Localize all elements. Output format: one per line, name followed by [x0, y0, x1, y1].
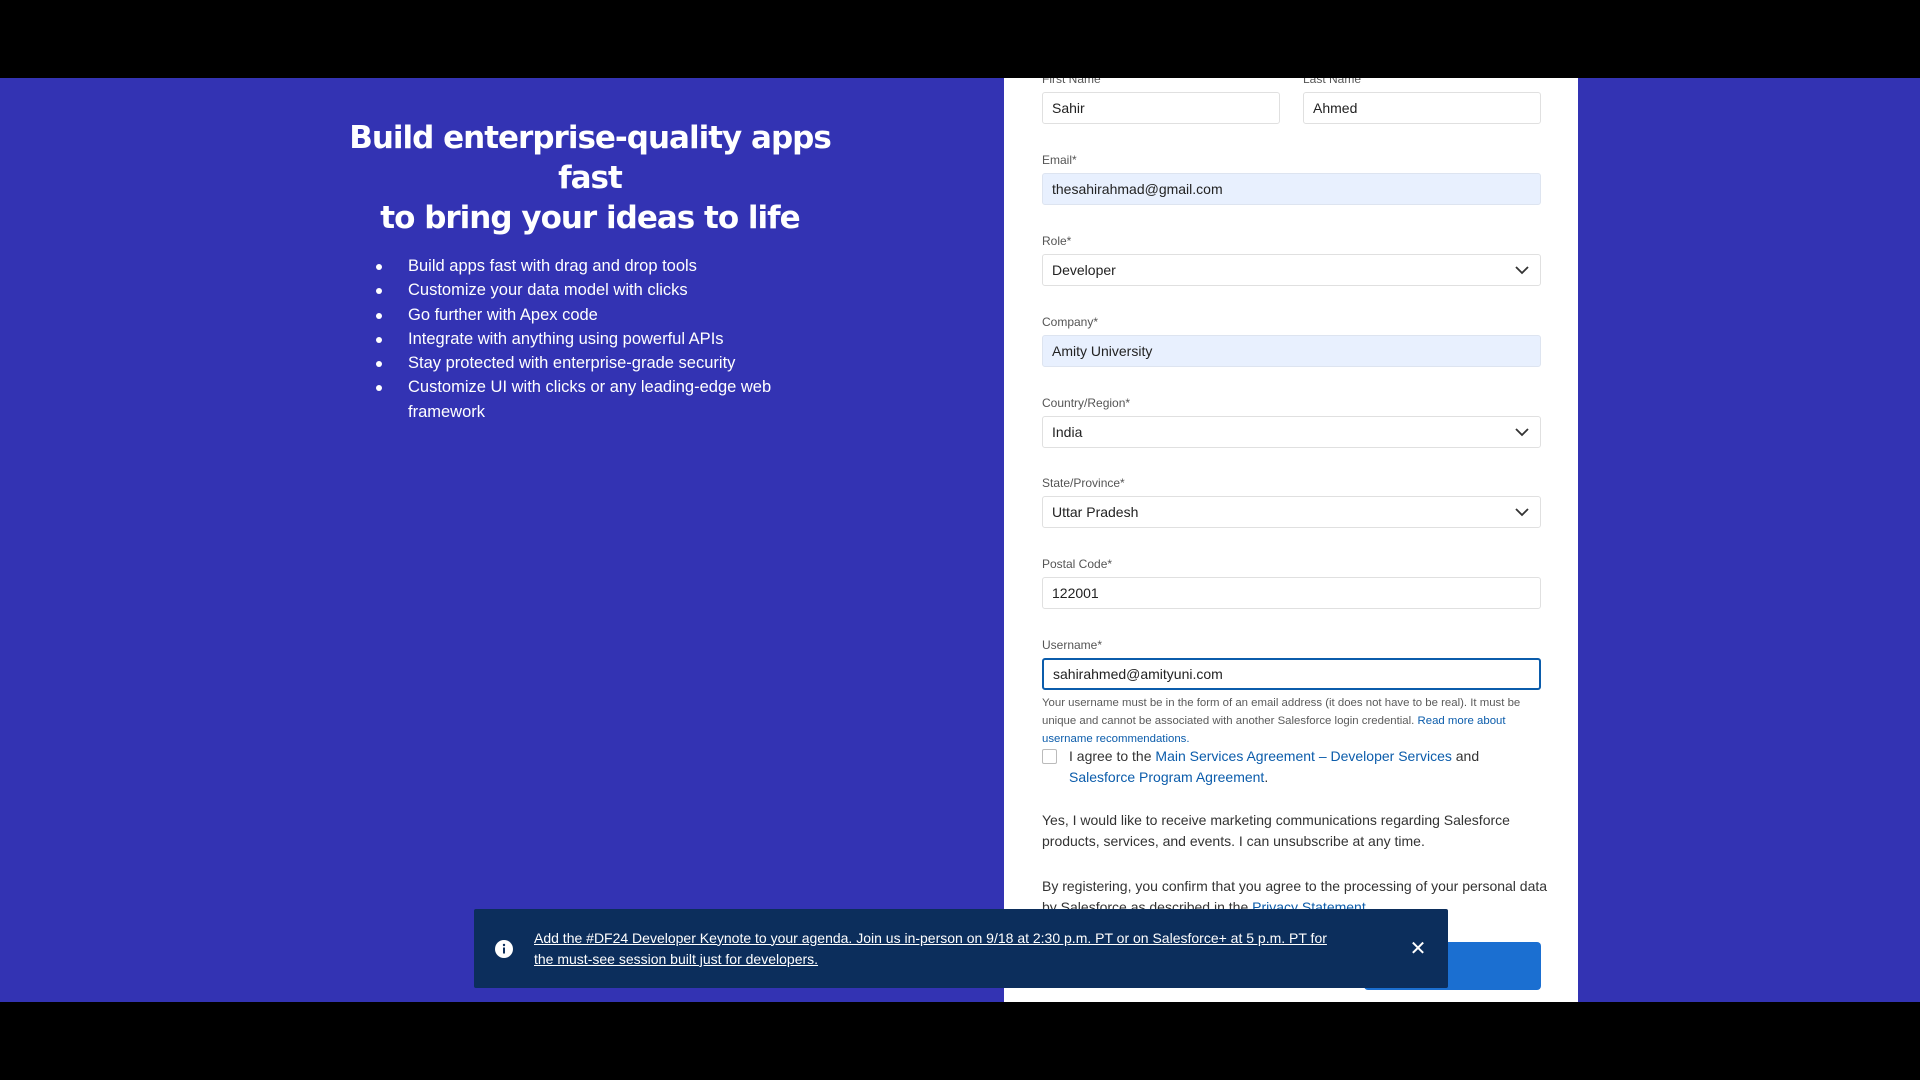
role-select[interactable]: Developer: [1042, 254, 1541, 286]
state-value: Uttar Pradesh: [1052, 504, 1139, 520]
agreement-row: I agree to the Main Services Agreement –…: [1042, 746, 1548, 788]
postal-label: Postal Code*: [1042, 557, 1113, 571]
agree-and: and: [1455, 748, 1480, 764]
signup-page: Build enterprise-quality apps fast to br…: [0, 78, 1920, 1002]
country-label: Country/Region*: [1042, 396, 1131, 410]
chevron-down-icon: [1513, 423, 1531, 441]
agreement-text: I agree to the Main Services Agreement –…: [1069, 746, 1479, 788]
signup-form: First Name Sahir Last Name Ahmed Email* …: [1004, 78, 1578, 1002]
state-select[interactable]: Uttar Pradesh: [1042, 496, 1541, 528]
username-input[interactable]: sahirahmed@amityuni.com: [1042, 658, 1541, 690]
feature-item: Integrate with anything using powerful A…: [376, 327, 836, 351]
last-name-label: Last Name: [1303, 78, 1362, 86]
marketing-text: Yes, I would like to receive marketing c…: [1042, 812, 1510, 849]
company-input[interactable]: Amity University: [1042, 335, 1541, 367]
email-value: thesahirahmad@gmail.com: [1052, 181, 1223, 197]
feature-item: Customize your data model with clicks: [376, 278, 836, 302]
feature-list: Build apps fast with drag and drop tools…: [320, 254, 860, 424]
chevron-down-icon: [1513, 503, 1531, 521]
program-agreement-link[interactable]: Salesforce Program Agreement: [1069, 769, 1264, 785]
msa-link[interactable]: Main Services Agreement – Developer Serv…: [1155, 748, 1451, 764]
hero-title-line1: Build enterprise-quality apps fast: [349, 120, 832, 196]
feature-item: Build apps fast with drag and drop tools: [376, 254, 836, 278]
feature-item: Stay protected with enterprise-grade sec…: [376, 351, 836, 375]
top-letterbox: [0, 0, 1920, 78]
close-icon[interactable]: ✕: [1408, 939, 1428, 959]
postal-code-input[interactable]: 122001: [1042, 577, 1541, 609]
hero-title-line2: to bring your ideas to life: [380, 200, 800, 236]
last-name-value: Ahmed: [1313, 100, 1358, 116]
chevron-down-icon: [1513, 261, 1531, 279]
company-label: Company*: [1042, 315, 1099, 329]
toast-message-link[interactable]: Add the #DF24 Developer Keynote to your …: [534, 928, 1388, 970]
postal-value: 122001: [1052, 585, 1099, 601]
agree-prefix: I agree to the: [1069, 748, 1152, 764]
hero-section: Build enterprise-quality apps fast to br…: [320, 118, 860, 424]
email-label: Email*: [1042, 153, 1077, 167]
agree-suffix: .: [1264, 769, 1269, 785]
username-value: sahirahmed@amityuni.com: [1053, 666, 1223, 682]
country-value: India: [1052, 424, 1083, 440]
feature-item: Customize UI with clicks or any leading-…: [376, 375, 836, 424]
agreement-checkbox[interactable]: [1042, 749, 1057, 764]
state-label: State/Province*: [1042, 476, 1125, 490]
role-value: Developer: [1052, 262, 1116, 278]
username-help-text: Your username must be in the form of an …: [1042, 694, 1548, 748]
bottom-letterbox: [0, 1002, 1920, 1080]
first-name-input[interactable]: Sahir: [1042, 92, 1280, 124]
hero-title: Build enterprise-quality apps fast to br…: [320, 118, 860, 238]
info-icon: [494, 939, 514, 959]
email-input[interactable]: thesahirahmad@gmail.com: [1042, 173, 1541, 205]
country-select[interactable]: India: [1042, 416, 1541, 448]
first-name-label: First Name: [1042, 78, 1101, 86]
feature-item: Go further with Apex code: [376, 303, 836, 327]
username-label: Username*: [1042, 638, 1103, 652]
last-name-input[interactable]: Ahmed: [1303, 92, 1541, 124]
role-label: Role*: [1042, 234, 1072, 248]
company-value: Amity University: [1052, 343, 1153, 359]
announcement-toast: Add the #DF24 Developer Keynote to your …: [474, 909, 1448, 988]
first-name-value: Sahir: [1052, 100, 1085, 116]
